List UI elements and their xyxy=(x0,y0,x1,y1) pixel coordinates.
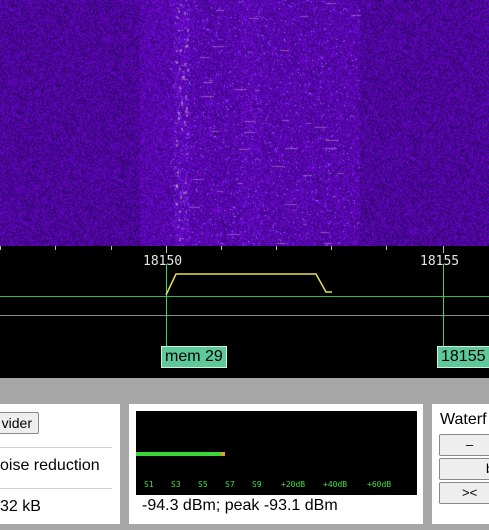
noise-reduction-label[interactable]: oise reduction xyxy=(0,457,100,475)
s-meter-tick-label: S3 xyxy=(171,480,181,489)
waterfall-display[interactable] xyxy=(0,0,489,246)
s-meter: S1 S3 S5 S7 S9 +20dB +40dB +60dB xyxy=(136,411,417,495)
waterfall-canvas[interactable] xyxy=(0,0,489,246)
frequency-label: 18150 xyxy=(143,254,183,269)
s-meter-bar xyxy=(136,452,224,456)
s-meter-panel: S1 S3 S5 S7 S9 +20dB +40dB +60dB -94.3 dBm; pea… xyxy=(129,404,423,524)
memory-tag[interactable]: mem 29 xyxy=(161,346,227,368)
signal-readout: -94.3 dBm; peak -93.1 dBm xyxy=(142,497,338,514)
s-meter-tick-label: S7 xyxy=(225,480,235,489)
s-meter-tick-label: +60dB xyxy=(367,480,392,489)
divider xyxy=(0,447,112,448)
waterfall-b-button[interactable]: b xyxy=(439,458,489,480)
s-meter-tick-label: S9 xyxy=(252,480,262,489)
passband-outline[interactable] xyxy=(165,273,332,296)
waterfall-panel: Waterf – b >< xyxy=(432,404,489,524)
waterfall-title: Waterf xyxy=(440,411,487,428)
divider xyxy=(0,488,112,489)
memory-tag[interactable]: 18155 xyxy=(437,346,489,368)
waterfall-arrows-button[interactable]: >< xyxy=(439,482,489,504)
frequency-scale[interactable]: 18150 18155 mem 29 18155 xyxy=(0,246,489,378)
frequency-label: 18155 xyxy=(420,254,460,269)
s-meter-peak xyxy=(221,452,226,456)
s-meter-tick-label: +40dB xyxy=(323,480,348,489)
data-rate-label: 32 kB xyxy=(0,498,41,515)
s-meter-tick-label: +20dB xyxy=(281,480,306,489)
scale-graphics xyxy=(0,246,489,346)
s-meter-tick-label: S5 xyxy=(198,480,208,489)
waterfall-minus-button[interactable]: – xyxy=(439,434,489,456)
wider-button[interactable]: vider xyxy=(0,412,39,434)
scale-ticks xyxy=(0,246,444,253)
audio-panel: vider oise reduction 32 kB xyxy=(0,404,120,524)
control-panel-area: vider oise reduction 32 kB S1 S3 S5 S7 S9 +20… xyxy=(0,378,489,530)
s-meter-tick-label: S1 xyxy=(144,480,154,489)
